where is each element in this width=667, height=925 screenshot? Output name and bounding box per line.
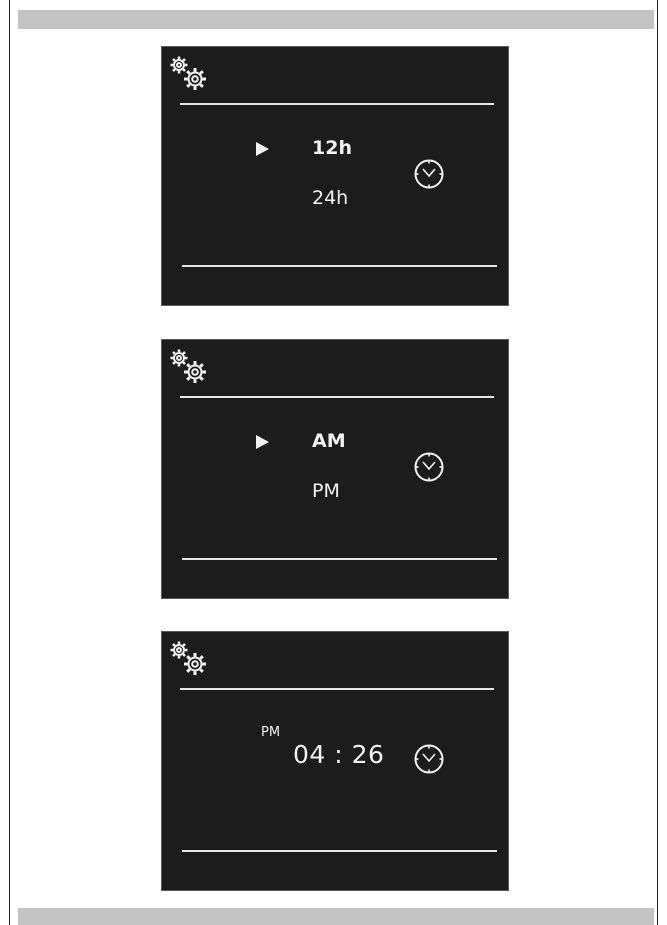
clock-icon: [414, 744, 444, 774]
settings-gears-icon: [170, 641, 206, 675]
option-pm[interactable]: PM: [312, 480, 340, 502]
option-am[interactable]: AM: [312, 430, 346, 452]
header-divider: [180, 688, 494, 690]
option-24h[interactable]: 24h: [312, 187, 348, 209]
page-margin-line-left: [9, 0, 10, 925]
footer-divider: [182, 265, 497, 267]
period-label: PM: [261, 725, 281, 740]
clock-icon: [414, 159, 444, 189]
hour-format-screen: 12h 24h: [161, 46, 509, 306]
am-pm-screen: AM PM: [161, 339, 509, 599]
selection-arrow-icon: [256, 142, 269, 156]
selection-arrow-icon: [256, 435, 269, 449]
footer-divider: [182, 850, 497, 852]
page-margin-line-right: [657, 0, 658, 925]
settings-gears-icon: [170, 349, 206, 383]
time-readout[interactable]: 04 : 26: [293, 740, 384, 769]
page-footer-band: [18, 908, 654, 925]
clock-icon: [414, 452, 444, 482]
header-divider: [180, 396, 494, 398]
page-header-band: [18, 10, 654, 29]
footer-divider: [182, 558, 497, 560]
settings-gears-icon: [170, 56, 206, 90]
time-set-screen: PM 04 : 26: [161, 631, 509, 891]
header-divider: [180, 103, 494, 105]
option-12h[interactable]: 12h: [312, 137, 352, 159]
